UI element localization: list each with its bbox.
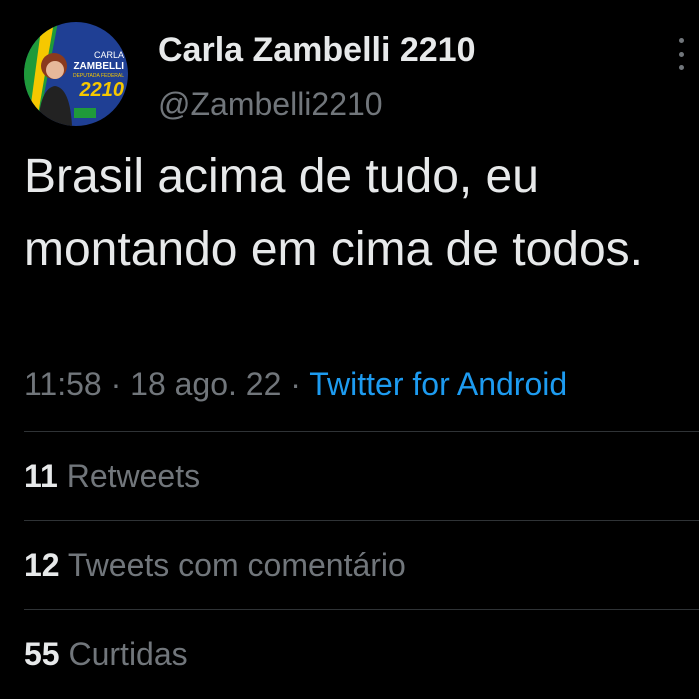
likes-stat[interactable]: 55 Curtidas (24, 632, 188, 676)
more-vertical-icon[interactable] (673, 38, 689, 70)
quote-tweets-stat[interactable]: 12 Tweets com comentário (24, 543, 406, 587)
quote-tweets-count: 12 (24, 547, 60, 583)
avatar-line-4: 2210 (79, 79, 125, 101)
divider (24, 609, 699, 610)
tweet-source-link[interactable]: Twitter for Android (309, 366, 567, 402)
likes-count: 55 (24, 636, 60, 672)
avatar-line-2: ZAMBELLI (73, 61, 124, 72)
tweet-text: Brasil acima de tudo, eu montando em cim… (24, 150, 644, 276)
quote-tweets-label: Tweets com comentário (67, 547, 406, 583)
author-display-name[interactable]: Carla Zambelli 2210 (158, 30, 476, 70)
retweets-count: 11 (24, 458, 58, 494)
avatar-badge (74, 108, 96, 118)
tweet-time[interactable]: 11:58 (24, 366, 102, 402)
more-dot (678, 38, 684, 43)
author-handle[interactable]: @Zambelli2210 (158, 84, 383, 124)
tweet-card: CARLA ZAMBELLI DEPUTADA FEDERAL 2210 Car… (0, 0, 699, 699)
avatar[interactable]: CARLA ZAMBELLI DEPUTADA FEDERAL 2210 (24, 22, 128, 126)
more-dot (678, 51, 684, 57)
divider (24, 431, 699, 432)
meta-separator: · (110, 366, 122, 402)
avatar-line-1: CARLA (94, 50, 124, 60)
meta-separator: · (290, 366, 301, 402)
retweets-stat[interactable]: 11 Retweets (24, 454, 200, 498)
more-dot (678, 65, 684, 70)
retweets-label: Retweets (66, 458, 201, 494)
tweet-meta: 11:58 · 18 ago. 22 · Twitter for Android (24, 362, 567, 406)
divider (24, 520, 699, 521)
tweet-date[interactable]: 18 ago. 22 (130, 366, 281, 402)
avatar-image: CARLA ZAMBELLI DEPUTADA FEDERAL 2210 (24, 22, 128, 126)
likes-label: Curtidas (68, 636, 188, 672)
